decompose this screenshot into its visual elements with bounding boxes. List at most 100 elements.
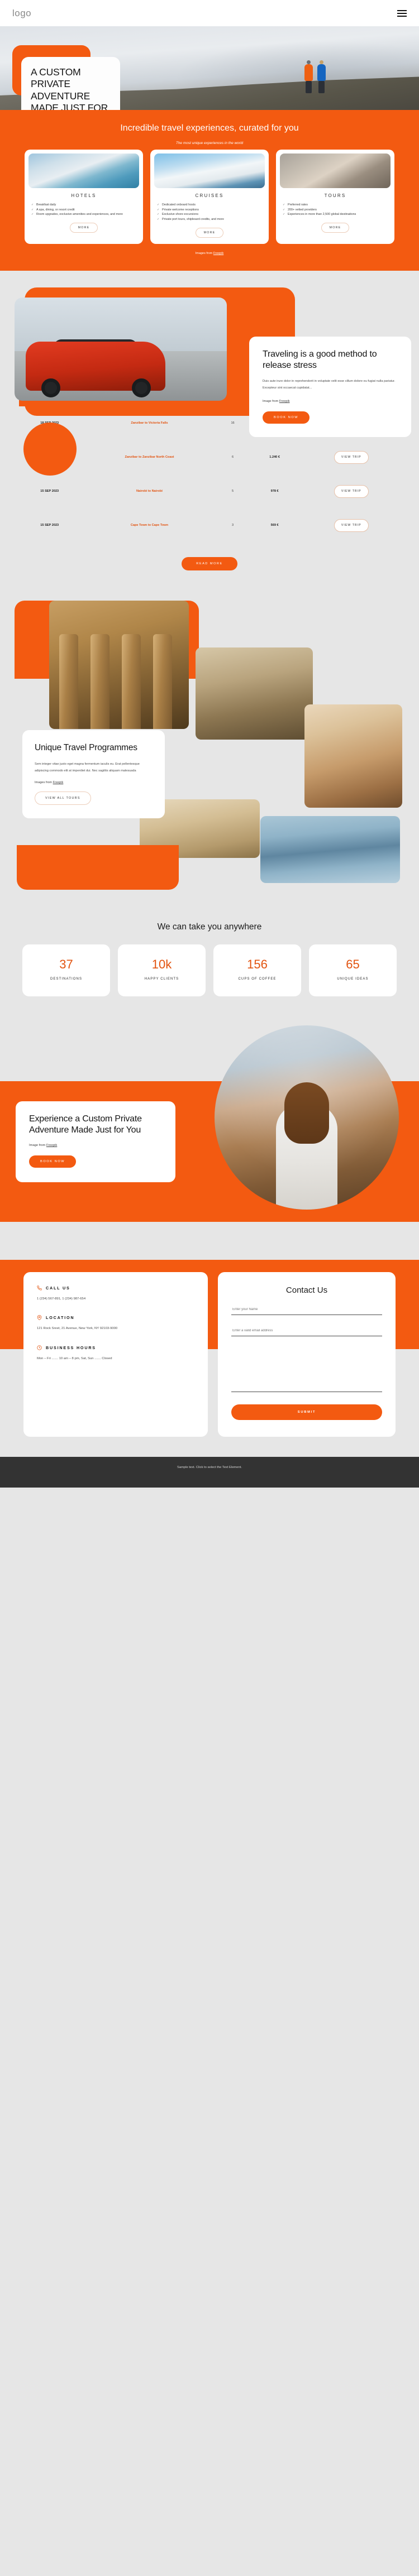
orange-circle-decoration — [23, 423, 77, 476]
cell-days: 6 — [232, 455, 234, 459]
hero-section: A CUSTOM PRIVATE ADVENTURE MADE JUST FOR… — [0, 26, 419, 110]
phone-icon — [37, 1285, 42, 1291]
programmes-orange-shape-bottom — [17, 845, 179, 890]
cell-trip-name[interactable]: Cape Town to Cape Town — [80, 509, 218, 543]
car-wheel — [41, 378, 60, 398]
credit-link[interactable]: Freepik — [279, 400, 290, 403]
service-card[interactable]: HOTELS Breakfast daily A spa, dining, or… — [25, 149, 143, 244]
road-trip-car-photo — [15, 298, 227, 401]
stat-label: DESTINATIONS — [50, 977, 83, 981]
hiker-legs — [306, 81, 312, 93]
stress-body: Duis aute irure dolor in reprehenderit i… — [263, 380, 396, 390]
more-button[interactable]: MORE — [69, 223, 98, 233]
submit-button[interactable]: SUBMIT — [231, 1404, 382, 1420]
cell-departing: 15 SEP 2023 — [40, 490, 59, 493]
list-item: Preferred rates — [283, 203, 388, 208]
book-now-button[interactable]: BOOK NOW — [29, 1155, 77, 1168]
service-card[interactable]: TOURS Preferred rates 200+ vetted provid… — [276, 149, 394, 244]
hotel-pool-resort-photo — [28, 153, 139, 188]
logo[interactable]: logo — [12, 8, 31, 19]
service-card[interactable]: CRUISES Dedicated onboard hosts Private … — [150, 149, 269, 244]
stat-number: 10k — [151, 957, 172, 972]
stat-number: 37 — [59, 957, 73, 972]
cell-trip-name[interactable]: Nairobi to Nairobi — [80, 474, 218, 509]
cruise-ship-photo — [154, 153, 265, 188]
hiker-head — [320, 60, 323, 64]
stat-number: 156 — [247, 957, 268, 972]
stat-card: 65 UNIQUE IDEAS — [309, 944, 397, 996]
experience-card: Experience a Custom Private Adventure Ma… — [16, 1101, 175, 1182]
more-button[interactable]: MORE — [195, 228, 224, 238]
cell-action: VIEW TRIP — [303, 474, 400, 509]
cell-price: 569 € — [270, 524, 279, 527]
view-trip-button[interactable]: VIEW TRIP — [334, 485, 369, 498]
credit-link[interactable]: Freepik — [46, 1144, 57, 1147]
cell-days: 5 — [232, 490, 234, 493]
burger-line — [397, 9, 407, 11]
location-value: 121 Rock Sreet, 21 Avenue, New York, NY … — [37, 1327, 118, 1331]
experience-title: Experience a Custom Private Adventure Ma… — [29, 1114, 142, 1135]
service-feature-list: Preferred rates 200+ vetted providers Ex… — [276, 203, 394, 218]
list-item: 200+ vetted providers — [283, 208, 388, 213]
credit-link[interactable]: Freepik — [213, 252, 223, 255]
table-row: 15 SEP 2023 Cape Town to Cape Town 3 569… — [19, 509, 400, 543]
hiker-body — [317, 64, 326, 81]
temple-columns-photo — [49, 600, 189, 729]
business-hours-label: BUSINESS HOURS — [46, 1345, 96, 1350]
cell-days: 3 — [232, 524, 234, 527]
credit-prefix: Image from — [263, 399, 279, 403]
email-field[interactable] — [231, 1327, 382, 1336]
credit-link[interactable]: Freepik — [53, 781, 64, 784]
service-feature-list: Breakfast daily A spa, dining, or resort… — [25, 203, 143, 218]
stats-title: We can take you anywhere — [157, 922, 262, 932]
clock-24h-icon — [37, 1345, 42, 1350]
book-now-button[interactable]: BOOK NOW — [263, 411, 310, 424]
cell-departing: 15 SEP 2023 — [40, 524, 59, 527]
hero-hiker-orange — [304, 60, 313, 93]
hiker-legs — [318, 81, 325, 93]
credit-prefix: Image from — [29, 1143, 46, 1147]
view-all-tours-button[interactable]: VIEW ALL TOURS — [35, 791, 91, 805]
view-trip-button[interactable]: VIEW TRIP — [334, 450, 369, 464]
credit-prefix: Images from — [195, 252, 213, 256]
list-item: Dedicated onboard hosts — [157, 203, 262, 208]
site-header: logo — [0, 0, 419, 26]
view-trip-button[interactable]: VIEW TRIP — [334, 519, 369, 532]
hiker-body — [304, 64, 313, 81]
contact-info-card: CALL US 1 (234) 567-891, 1 (234) 987-654… — [23, 1272, 208, 1437]
message-field[interactable] — [231, 1348, 382, 1392]
credit-prefix: Images from — [35, 781, 53, 784]
lake-reflection-photo — [260, 816, 400, 883]
stress-title: Traveling is a good method to release st… — [263, 349, 377, 371]
traveler-portrait-photo — [304, 704, 402, 808]
services-section: Incredible travel experiences, curated f… — [0, 110, 419, 271]
more-button[interactable]: MORE — [321, 223, 350, 233]
hero-card: A CUSTOM PRIVATE ADVENTURE MADE JUST FOR… — [21, 57, 120, 110]
temple-column — [59, 634, 78, 729]
programmes-card: Unique Travel Programmes Sem integer vit… — [22, 730, 165, 818]
temple-column — [122, 634, 141, 729]
list-item: Breakfast daily — [31, 203, 136, 208]
services-image-credit: Images from Freepik — [0, 252, 419, 255]
list-item: Experiences in more than 2,500 global de… — [283, 212, 388, 217]
programmes-title: Unique Travel Programmes — [35, 742, 137, 752]
stat-label: UNIQUE IDEAS — [337, 977, 369, 981]
name-field[interactable] — [231, 1306, 382, 1315]
read-more-button[interactable]: READ MORE — [182, 557, 237, 570]
contact-form-title: Contact Us — [285, 1285, 328, 1295]
stat-number: 65 — [346, 957, 360, 972]
services-subheading: The most unique experiences in the world — [175, 141, 244, 145]
hamburger-menu-icon[interactable] — [397, 9, 407, 17]
cell-price: 1.240 € — [269, 455, 280, 459]
list-item: Exclusive shore excursions — [157, 212, 262, 217]
service-card-title: HOTELS — [71, 193, 97, 198]
services-heading: Incredible travel experiences, curated f… — [120, 123, 299, 133]
stress-image-credit: Image from Freepik — [263, 400, 398, 403]
cell-action: VIEW TRIP — [303, 509, 400, 543]
stat-card: 156 CUPS OF COFFEE — [213, 944, 301, 996]
location-heading: LOCATION — [37, 1315, 194, 1321]
cell-trip-name[interactable]: Zanzibar to Zanzibar North Coast — [80, 440, 218, 474]
temple-column — [91, 634, 109, 729]
bottom-bar: Sample text. Click to select the Text El… — [0, 1456, 419, 1488]
service-card-title: CRUISES — [195, 193, 224, 198]
